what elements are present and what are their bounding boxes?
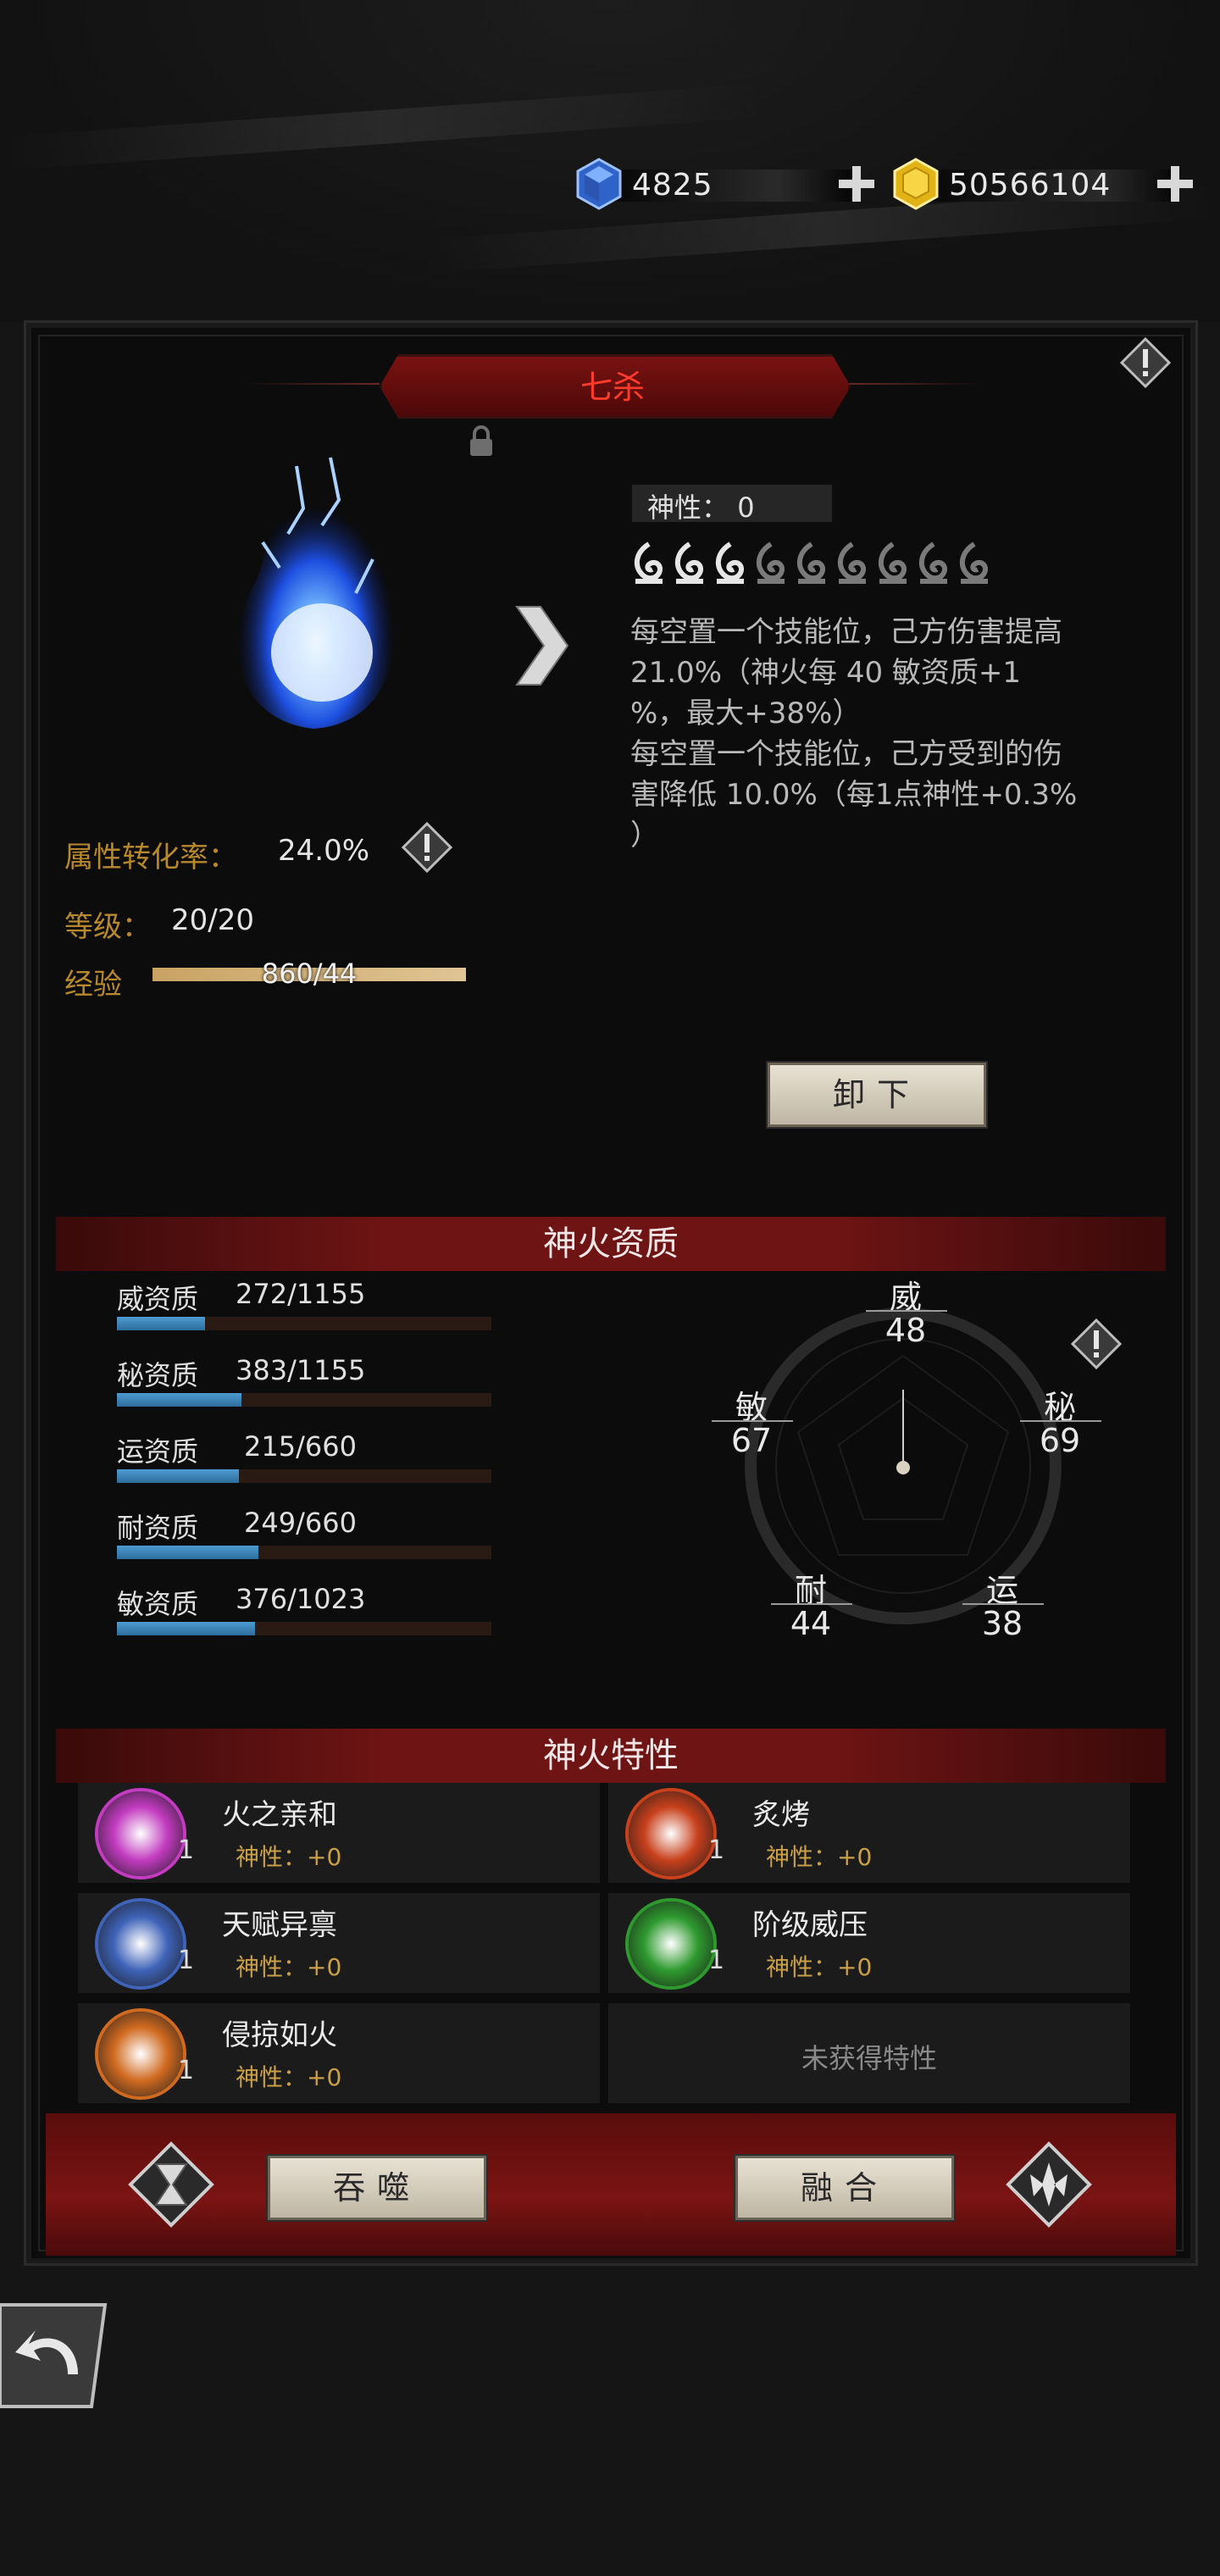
trait-level: 1 bbox=[178, 1835, 195, 1865]
trait-name: 炙烤 bbox=[752, 1798, 810, 1832]
trait-level: 1 bbox=[178, 1946, 195, 1975]
trait-level: 1 bbox=[178, 2056, 195, 2085]
info-icon[interactable] bbox=[1120, 337, 1171, 388]
divinity-pip-filled-icon bbox=[634, 541, 663, 584]
trait-name: 阶级威压 bbox=[752, 1908, 868, 1942]
upgrade-wing-icon[interactable] bbox=[1005, 2140, 1093, 2229]
talent-icon bbox=[98, 1901, 183, 1986]
aptitude-row-value: 215/660 bbox=[244, 1430, 357, 1463]
aptitude-bar bbox=[117, 1393, 491, 1407]
trait-level: 1 bbox=[708, 1946, 725, 1975]
fire-affinity-icon bbox=[98, 1791, 183, 1876]
trait-bonus: 神性：+0 bbox=[236, 1953, 342, 1981]
trait-bonus: 神性：+0 bbox=[236, 1843, 342, 1871]
trait-bonus: 神性：+0 bbox=[766, 1843, 873, 1871]
fire-name: 七杀 bbox=[580, 369, 645, 406]
trait-level: 1 bbox=[708, 1835, 725, 1865]
trait-name: 天赋异禀 bbox=[222, 1908, 337, 1942]
trait-bonus: 神性：+0 bbox=[236, 2063, 342, 2091]
empty-trait-slot: 未获得特性 bbox=[608, 2003, 1130, 2103]
back-button[interactable] bbox=[0, 2300, 110, 2412]
next-arrow-icon[interactable] bbox=[512, 603, 571, 688]
conversion-info-icon[interactable] bbox=[402, 822, 452, 873]
divinity-pip-empty-icon bbox=[959, 541, 988, 584]
title-line-left bbox=[244, 383, 380, 385]
aptitude-row-label: 敏资质 bbox=[117, 1588, 199, 1620]
level-label: 等级： bbox=[64, 910, 151, 944]
radar-min-value: 67 bbox=[730, 1422, 773, 1459]
aptitude-bar-fill bbox=[117, 1622, 255, 1635]
aptitude-bar bbox=[117, 1546, 491, 1559]
trait-bonus: 神性：+0 bbox=[766, 1953, 873, 1981]
level-value: 20/20 bbox=[171, 903, 254, 937]
aptitude-row-value: 383/1155 bbox=[236, 1354, 366, 1386]
aptitude-row-value: 376/1023 bbox=[236, 1583, 366, 1615]
divinity-pip-empty-icon bbox=[756, 541, 785, 584]
trait-name: 火之亲和 bbox=[222, 1798, 337, 1832]
add-gems-button[interactable] bbox=[837, 164, 876, 203]
exp-value: 860/44 bbox=[261, 958, 358, 990]
effect-description-2: 每空置一个技能位，己方受到的伤 害降低 10.0%（每1点神性+0.3% ） bbox=[630, 737, 1078, 852]
gold-amount: 50566104 bbox=[949, 168, 1112, 203]
devour-button[interactable]: 吞噬 bbox=[268, 2156, 486, 2220]
aptitude-row-label: 运资质 bbox=[117, 1435, 199, 1468]
radar-mi-value: 69 bbox=[1039, 1422, 1081, 1459]
radar-wei-value: 48 bbox=[884, 1312, 927, 1349]
roast-icon bbox=[629, 1791, 713, 1876]
aptitude-row-value: 272/1155 bbox=[236, 1278, 366, 1310]
lock-icon[interactable] bbox=[468, 425, 495, 458]
divinity-pip-filled-icon bbox=[674, 541, 703, 584]
fuse-button[interactable]: 融合 bbox=[735, 2156, 954, 2220]
aptitude-row-label: 秘资质 bbox=[117, 1359, 199, 1391]
aptitude-bar bbox=[117, 1622, 491, 1635]
empty-trait-text: 未获得特性 bbox=[801, 2042, 937, 2074]
aptitude-bar-fill bbox=[117, 1317, 205, 1330]
traits-header: 神火特性 bbox=[56, 1729, 1166, 1783]
aptitude-row-label: 耐资质 bbox=[117, 1512, 199, 1544]
aptitude-bar-fill bbox=[117, 1546, 258, 1559]
aptitude-row-label: 威资质 bbox=[117, 1283, 199, 1315]
gem-amount: 4825 bbox=[632, 168, 713, 203]
title-line-right bbox=[846, 383, 981, 385]
aptitude-bar bbox=[117, 1317, 491, 1330]
gold-coin-icon bbox=[893, 158, 939, 210]
aptitude-header: 神火资质 bbox=[56, 1217, 1166, 1271]
trait-card[interactable]: 1 侵掠如火神性：+0 bbox=[78, 2003, 600, 2103]
unequip-button[interactable]: 卸下 bbox=[768, 1063, 986, 1127]
gold-currency: 50566104 bbox=[890, 158, 1212, 210]
trait-card[interactable]: 1 炙烤神性：+0 bbox=[608, 1783, 1130, 1883]
trait-card[interactable]: 1 火之亲和神性：+0 bbox=[78, 1783, 600, 1883]
gem-currency: 4825 bbox=[573, 158, 878, 210]
add-gold-button[interactable] bbox=[1156, 164, 1195, 203]
trait-card[interactable]: 1 阶级威压神性：+0 bbox=[608, 1893, 1130, 1993]
rank-pressure-icon bbox=[629, 1901, 713, 1986]
divinity-pip-empty-icon bbox=[918, 541, 947, 584]
exp-label: 经验 bbox=[64, 968, 122, 1002]
effect-description-1: 每空置一个技能位，己方伤害提高 21.0%（神火每 40 敏资质+1 %，最大+… bbox=[630, 615, 1062, 730]
trait-card[interactable]: 1 天赋异禀神性：+0 bbox=[78, 1893, 600, 1993]
divinity-label: 神性： 0 bbox=[647, 491, 755, 524]
radar-nai-value: 44 bbox=[790, 1605, 832, 1642]
divinity-pip-empty-icon bbox=[837, 541, 866, 584]
radar-info-icon[interactable] bbox=[1071, 1319, 1122, 1369]
conversion-rate-label: 属性转化率： bbox=[64, 841, 237, 874]
aptitude-bar-fill bbox=[117, 1469, 239, 1483]
hourglass-icon[interactable] bbox=[127, 2140, 215, 2229]
divinity-pip-empty-icon bbox=[878, 541, 907, 584]
radar-yun-value: 38 bbox=[981, 1605, 1023, 1642]
raid-fire-icon bbox=[98, 2012, 183, 2096]
trait-name: 侵掠如火 bbox=[222, 2018, 337, 2052]
divinity-pip-empty-icon bbox=[796, 541, 825, 584]
aptitude-row-value: 249/660 bbox=[244, 1507, 357, 1539]
divinity-pip-filled-icon bbox=[715, 541, 744, 584]
blue-gem-icon bbox=[576, 158, 622, 210]
conversion-rate-value: 24.0% bbox=[278, 834, 370, 868]
aptitude-bar bbox=[117, 1469, 491, 1483]
blue-fire-icon bbox=[237, 457, 395, 729]
aptitude-bar-fill bbox=[117, 1393, 241, 1407]
